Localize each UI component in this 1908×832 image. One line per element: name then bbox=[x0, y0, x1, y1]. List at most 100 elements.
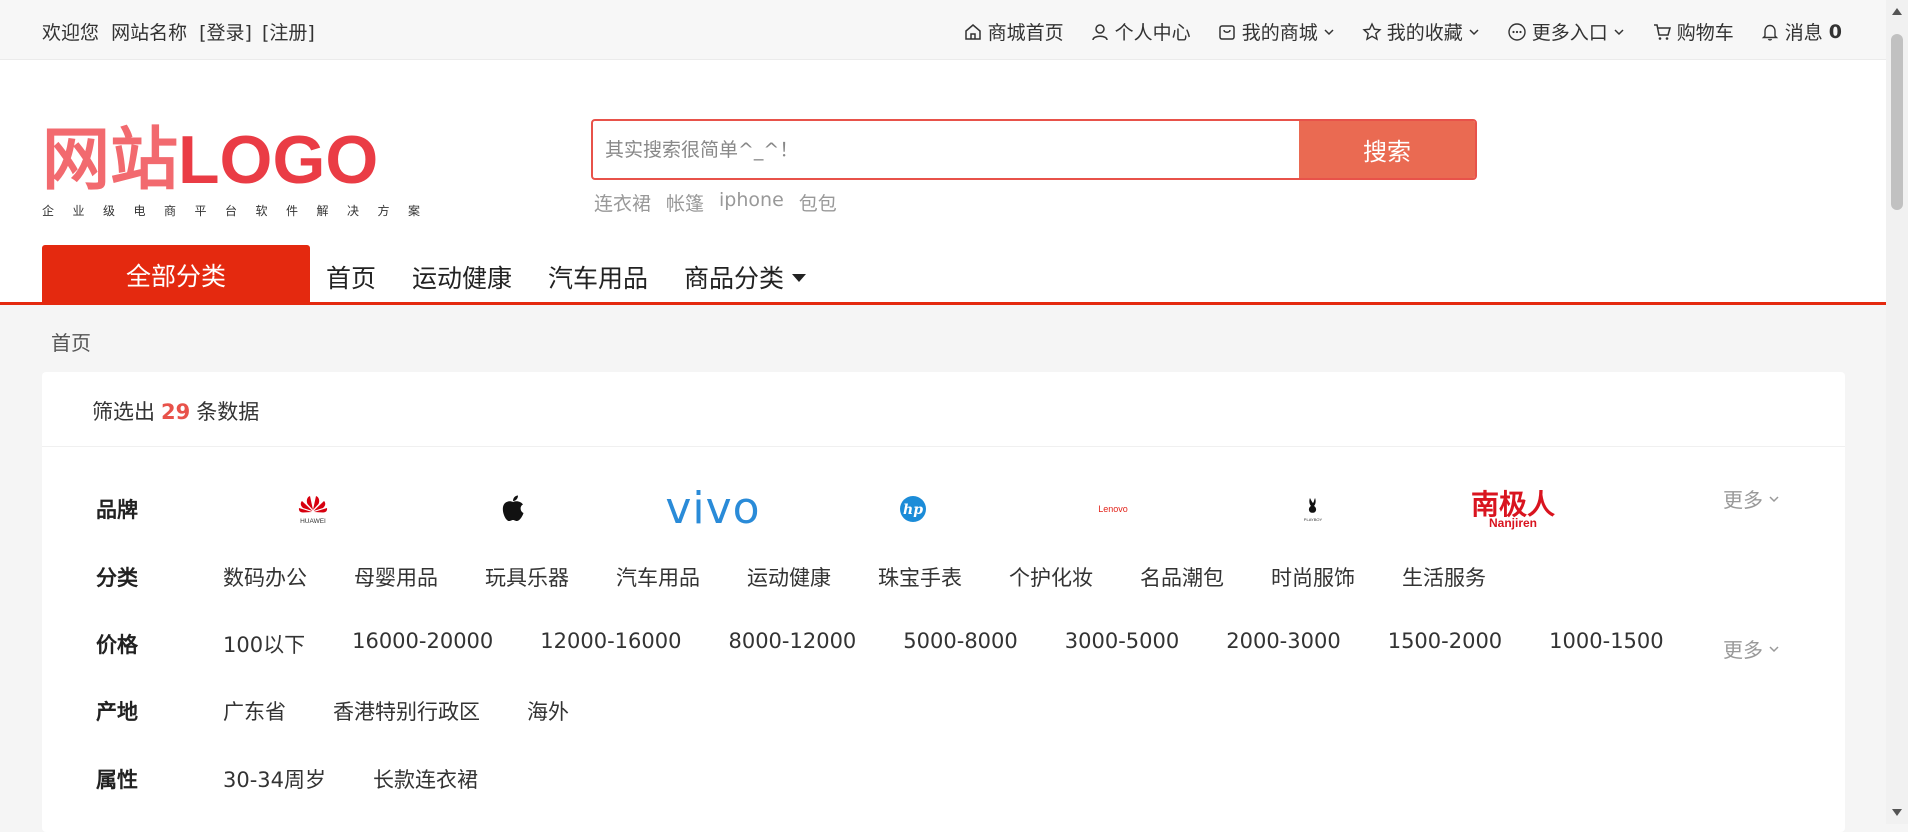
category-option[interactable]: 时尚服饰 bbox=[1271, 562, 1355, 592]
filter-panel: 筛选出 29 条数据 品牌 HUAWEI vivo hp Lenovo PLAY… bbox=[42, 372, 1845, 832]
origin-options: 广东省 香港特别行政区 海外 bbox=[223, 696, 616, 726]
attribute-option[interactable]: 长款连衣裙 bbox=[373, 764, 478, 794]
favorites-menu[interactable]: 我的收藏 bbox=[1362, 18, 1481, 45]
cart-icon bbox=[1653, 23, 1671, 40]
nav-link-home[interactable]: 首页 bbox=[326, 259, 376, 295]
mall-home-label: 商城首页 bbox=[987, 22, 1064, 44]
lenovo-logo[interactable]: Lenovo bbox=[1013, 484, 1213, 534]
category-option[interactable]: 母婴用品 bbox=[354, 562, 438, 592]
category-option[interactable]: 生活服务 bbox=[1402, 562, 1486, 592]
chevron-down-icon bbox=[1324, 28, 1334, 35]
cart-label: 购物车 bbox=[1676, 22, 1734, 44]
nav-link-auto[interactable]: 汽车用品 bbox=[548, 259, 648, 295]
playboy-logo[interactable]: PLAYBOY bbox=[1213, 484, 1413, 534]
main-nav-links: 首页 运动健康 汽车用品 商品分类 bbox=[326, 259, 842, 295]
more-dots-icon bbox=[1508, 22, 1526, 41]
filter-row-price: 价格 100以下 16000-20000 12000-16000 8000-12… bbox=[96, 629, 1711, 659]
filter-label: 价格 bbox=[96, 633, 138, 657]
nav-link-sports[interactable]: 运动健康 bbox=[412, 259, 512, 295]
category-options: 数码办公 母婴用品 玩具乐器 汽车用品 运动健康 珠宝手表 个护化妆 名品潮包 … bbox=[223, 562, 1533, 592]
register-link[interactable]: [注册] bbox=[262, 22, 315, 44]
user-icon bbox=[1091, 23, 1108, 40]
category-option[interactable]: 运动健康 bbox=[747, 562, 831, 592]
count-prefix: 筛选出 bbox=[92, 400, 155, 424]
price-option[interactable]: 100以下 bbox=[223, 629, 305, 659]
nanjiren-logo[interactable]: 南极人 Nanjiren bbox=[1413, 484, 1613, 534]
login-link[interactable]: [登录] bbox=[199, 22, 252, 44]
home-icon bbox=[964, 23, 981, 40]
hot-word-link[interactable]: iphone bbox=[719, 189, 784, 216]
more-entries-label: 更多入口 bbox=[1531, 22, 1608, 44]
price-more-toggle[interactable]: 更多 bbox=[1723, 634, 1781, 663]
scroll-down-arrow-icon[interactable] bbox=[1892, 809, 1902, 816]
attribute-option[interactable]: 30-34周岁 bbox=[223, 764, 326, 794]
attribute-options: 30-34周岁 长款连衣裙 bbox=[223, 764, 525, 794]
scroll-up-arrow-icon[interactable] bbox=[1892, 8, 1902, 15]
search-input[interactable] bbox=[593, 121, 1299, 178]
price-options: 100以下 16000-20000 12000-16000 8000-12000… bbox=[223, 629, 1711, 659]
price-option[interactable]: 1000-1500 bbox=[1549, 629, 1663, 659]
user-center-link[interactable]: 个人中心 bbox=[1090, 18, 1191, 45]
chevron-down-icon bbox=[1769, 495, 1779, 502]
price-option[interactable]: 12000-16000 bbox=[540, 629, 681, 659]
nav-dropdown-label: 商品分类 bbox=[684, 264, 785, 293]
category-option[interactable]: 数码办公 bbox=[223, 562, 307, 592]
apple-logo[interactable] bbox=[413, 484, 613, 534]
site-name: 网站名称 bbox=[111, 22, 188, 44]
page-scrollbar[interactable] bbox=[1886, 0, 1908, 824]
price-option[interactable]: 8000-12000 bbox=[728, 629, 856, 659]
hot-word-link[interactable]: 帐篷 bbox=[666, 189, 704, 216]
my-mall-label: 我的商城 bbox=[1241, 22, 1318, 44]
price-option[interactable]: 1500-2000 bbox=[1388, 629, 1502, 659]
nav-product-categories-dropdown[interactable]: 商品分类 bbox=[684, 259, 807, 295]
category-option[interactable]: 汽车用品 bbox=[616, 562, 700, 592]
price-option[interactable]: 3000-5000 bbox=[1065, 629, 1179, 659]
price-option[interactable]: 16000-20000 bbox=[352, 629, 493, 659]
messages-label: 消息 bbox=[1784, 22, 1823, 44]
filter-row-category: 分类 数码办公 母婴用品 玩具乐器 汽车用品 运动健康 珠宝手表 个护化妆 名品… bbox=[96, 562, 1533, 592]
brand-logos: HUAWEI vivo hp Lenovo PLAYBOY 南极人 Nanjir… bbox=[213, 484, 1613, 534]
brand-more-toggle[interactable]: 更多 bbox=[1723, 484, 1781, 513]
huawei-logo[interactable]: HUAWEI bbox=[213, 484, 413, 534]
category-nav: 全部分类 首页 运动健康 汽车用品 商品分类 bbox=[0, 245, 1886, 305]
filter-label: 分类 bbox=[96, 566, 138, 590]
star-icon bbox=[1362, 21, 1382, 41]
filter-row-origin: 产地 广东省 香港特别行政区 海外 bbox=[96, 696, 616, 726]
messages-link[interactable]: 消息 0 bbox=[1760, 18, 1842, 45]
user-center-label: 个人中心 bbox=[1114, 22, 1191, 44]
search-box: 搜索 bbox=[591, 119, 1477, 180]
result-count: 筛选出 29 条数据 bbox=[92, 396, 259, 426]
shop-bag-icon bbox=[1218, 24, 1235, 40]
origin-option[interactable]: 海外 bbox=[527, 696, 569, 726]
mall-home-link[interactable]: 商城首页 bbox=[963, 18, 1064, 45]
hot-word-link[interactable]: 包包 bbox=[799, 189, 837, 216]
logo-wordmark: 网站LOGO bbox=[42, 122, 379, 198]
category-option[interactable]: 个护化妆 bbox=[1009, 562, 1093, 592]
svg-text:Lenovo: Lenovo bbox=[1098, 504, 1128, 514]
origin-option[interactable]: 香港特别行政区 bbox=[333, 696, 480, 726]
scrollbar-thumb[interactable] bbox=[1891, 34, 1903, 210]
filter-label: 属性 bbox=[96, 768, 138, 792]
hot-word-link[interactable]: 连衣裙 bbox=[594, 189, 651, 216]
welcome-text: 欢迎您 bbox=[42, 22, 100, 44]
search-button[interactable]: 搜索 bbox=[1299, 121, 1475, 178]
price-option[interactable]: 5000-8000 bbox=[903, 629, 1017, 659]
category-option[interactable]: 珠宝手表 bbox=[878, 562, 962, 592]
more-entries-menu[interactable]: 更多入口 bbox=[1507, 18, 1626, 45]
filter-row-brand: 品牌 HUAWEI vivo hp Lenovo PLAYBOY 南极人 Nan… bbox=[96, 484, 1613, 534]
svg-text:HUAWEI: HUAWEI bbox=[300, 518, 326, 525]
site-logo[interactable]: 网站LOGO 企业级电商平台软件解决方案 bbox=[42, 124, 439, 219]
vivo-logo[interactable]: vivo bbox=[613, 484, 813, 534]
cart-link[interactable]: 购物车 bbox=[1652, 18, 1734, 45]
category-option[interactable]: 名品潮包 bbox=[1140, 562, 1224, 592]
hp-logo[interactable]: hp bbox=[813, 484, 1013, 534]
filter-label: 产地 bbox=[96, 700, 138, 724]
svg-text:Nanjiren: Nanjiren bbox=[1489, 516, 1537, 530]
my-mall-menu[interactable]: 我的商城 bbox=[1217, 18, 1336, 45]
origin-option[interactable]: 广东省 bbox=[223, 696, 286, 726]
breadcrumb[interactable]: 首页 bbox=[51, 327, 91, 356]
svg-text:vivo: vivo bbox=[665, 487, 760, 531]
all-categories-button[interactable]: 全部分类 bbox=[42, 245, 310, 302]
price-option[interactable]: 2000-3000 bbox=[1226, 629, 1340, 659]
category-option[interactable]: 玩具乐器 bbox=[485, 562, 569, 592]
